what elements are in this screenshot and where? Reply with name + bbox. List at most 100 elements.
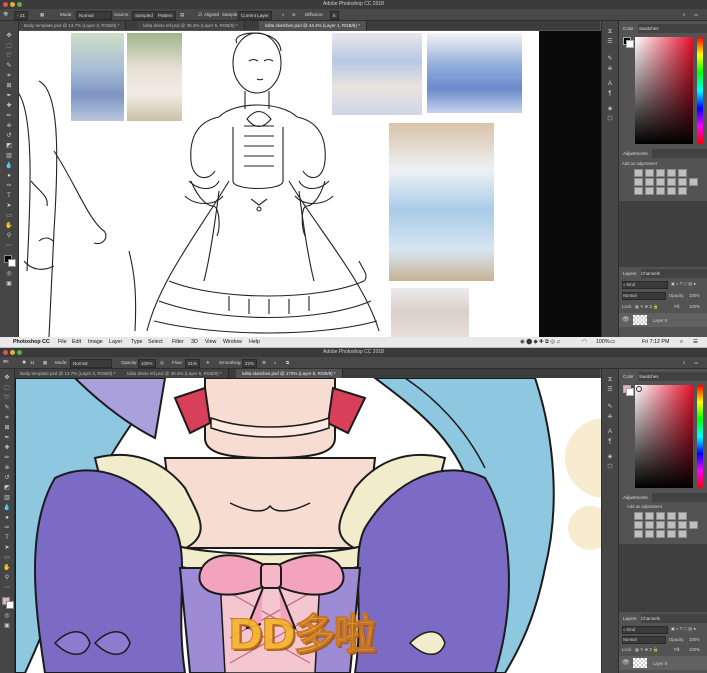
source-pattern-button[interactable]: Pattern	[155, 11, 176, 20]
pattern-swatch-icon[interactable]: ▤	[180, 11, 184, 18]
frame-tool-icon[interactable]: ⊠	[4, 83, 14, 90]
flow-value[interactable]: 51%	[185, 359, 201, 368]
brush-tool-icon[interactable]: ✏	[4, 113, 14, 120]
dodge-tool-icon[interactable]: ●	[4, 173, 14, 180]
quick-select-tool-icon[interactable]: ✎	[4, 63, 14, 70]
type-tool-icon-2[interactable]: T	[2, 535, 12, 542]
gradient-map-icon[interactable]	[667, 187, 676, 195]
color-picker-field[interactable]	[635, 37, 693, 144]
layer-kind-filter-2[interactable]: ⌕ Kind	[622, 626, 668, 634]
curves-icon-2[interactable]	[656, 512, 665, 520]
vibrance-icon[interactable]	[678, 169, 687, 177]
history-panel-icon[interactable]: ⧖	[606, 29, 614, 36]
lock-icons-2[interactable]: ▦ ✎ ✥ ⌗ 🔒	[635, 647, 658, 653]
selective-color-icon[interactable]	[678, 187, 687, 195]
color-balance-icon[interactable]	[645, 178, 654, 186]
gradient-map-icon-2[interactable]	[667, 530, 676, 538]
brush-size-value[interactable]: 11	[30, 359, 35, 366]
adjustments-title[interactable]: Adjustments	[619, 149, 652, 158]
workspace-icon-2[interactable]: ▭	[694, 359, 698, 366]
color-picker-field-2[interactable]	[635, 385, 693, 488]
airbrush-icon[interactable]: ✈	[206, 359, 210, 366]
quick-mask-icon-2[interactable]: ◎	[2, 613, 12, 620]
battery-icon[interactable]: ▭	[610, 337, 615, 347]
mode-select[interactable]: Normal	[76, 11, 112, 20]
hue-saturation-icon[interactable]	[634, 178, 643, 186]
smoothing-value[interactable]: 22%	[242, 359, 258, 368]
photo-filter-icon-2[interactable]	[667, 521, 676, 529]
clock[interactable]: Fri 7:12 PM	[642, 337, 669, 347]
move-tool-icon-2[interactable]: ✥	[2, 375, 12, 382]
layer-row[interactable]: 👁 Layer 6	[619, 313, 707, 327]
layer-filter-icons[interactable]: ▣ ◐ T ⬡ ▤ ●	[671, 281, 696, 286]
opacity-value[interactable]: 100%	[689, 293, 700, 298]
blur-tool-icon-2[interactable]: 💧	[2, 505, 12, 512]
marquee-tool-icon-2[interactable]: ⬚	[2, 385, 12, 392]
eraser-tool-icon[interactable]: ◩	[4, 143, 14, 150]
quick-mask-icon[interactable]: ◎	[4, 271, 14, 278]
history-brush-tool-icon[interactable]: ↺	[4, 133, 14, 140]
mode-select-2[interactable]: Normal	[70, 359, 112, 368]
healing-brush-tool-icon[interactable]: ✚	[4, 103, 14, 110]
selective-color-icon-2[interactable]	[678, 530, 687, 538]
character-panel-icon-2[interactable]: A	[606, 429, 614, 436]
menu-image[interactable]: Image	[88, 337, 103, 347]
lock-icons[interactable]: ▦ ✎ ✥ ⌗ 🔒	[635, 304, 658, 310]
tab-lolita-dress-ref[interactable]: lolita dress ref.psd @ 36.3% (Layer 5, R…	[137, 21, 245, 30]
eyedropper-tool-icon[interactable]: ✒	[4, 93, 14, 100]
pen-tool-icon[interactable]: ✑	[4, 183, 14, 190]
pressure-size-icon[interactable]: ◐	[274, 359, 277, 366]
wifi-icon[interactable]: ◠	[582, 337, 587, 347]
frame-tool-icon-2[interactable]: ⊠	[2, 425, 12, 432]
background-swatch-2[interactable]	[626, 388, 634, 396]
background-swatch[interactable]	[626, 40, 634, 48]
invert-icon-2[interactable]	[634, 530, 643, 538]
history-panel-icon-2[interactable]: ⧖	[606, 377, 614, 384]
shape-tool-icon[interactable]: ▭	[4, 213, 14, 220]
spotlight-search-icon[interactable]: ⌕	[680, 337, 683, 347]
invert-icon[interactable]	[634, 187, 643, 195]
menu-file[interactable]: File	[58, 337, 67, 347]
search-icon[interactable]: ⌕	[683, 11, 686, 18]
gradient-tool-icon[interactable]: ▥	[4, 153, 14, 160]
clone-source-icon[interactable]: ⎈	[606, 66, 614, 73]
tab-channels[interactable]: Channels	[637, 269, 664, 278]
menu-help[interactable]: Help	[249, 337, 260, 347]
path-select-tool-icon-2[interactable]: ➤	[2, 545, 12, 552]
menu-3d[interactable]: 3D	[191, 337, 198, 347]
search-icon-2[interactable]: ⌕	[683, 359, 686, 366]
brush-settings-icon[interactable]: ✎	[606, 56, 614, 63]
hue-slider-2[interactable]	[697, 385, 703, 488]
adjustments-title-2[interactable]: Adjustments	[619, 493, 652, 502]
photo-filter-icon[interactable]	[667, 178, 676, 186]
healing-brush-tool-icon-2[interactable]: ✚	[2, 445, 12, 452]
paragraph-panel-icon-2[interactable]: ¶	[606, 439, 614, 446]
symmetry-icon[interactable]: ⧉	[286, 359, 289, 366]
workspace-icon[interactable]: ▭	[694, 11, 698, 18]
tab-lolita-dress-ref-2[interactable]: lolita dress ref.psd @ 36.3% (Layer 5, R…	[121, 369, 229, 378]
tab-swatches-2[interactable]: Swatches	[635, 372, 663, 381]
visibility-eye-icon[interactable]: 👁	[622, 316, 630, 323]
hue-saturation-icon-2[interactable]	[634, 521, 643, 529]
tab-lolita-sketches[interactable]: lolita sketches.psd @ 44.4% (Layer 1, RG…	[259, 21, 367, 30]
brush-panel-icon-2[interactable]: ▦	[43, 359, 47, 366]
notification-center-icon[interactable]: ☰	[693, 337, 698, 347]
blend-mode-select[interactable]: Normal	[622, 292, 666, 300]
hand-tool-icon[interactable]: ✋	[4, 223, 14, 230]
pressure-opacity-icon[interactable]: ◎	[160, 359, 164, 366]
pen-tool-icon-2[interactable]: ✑	[2, 525, 12, 532]
levels-icon[interactable]	[645, 169, 654, 177]
marquee-tool-icon[interactable]: ⬚	[4, 43, 14, 50]
tab-channels-2[interactable]: Channels	[637, 614, 664, 623]
levels-icon-2[interactable]	[645, 512, 654, 520]
channel-mixer-icon-2[interactable]	[678, 521, 687, 529]
menu-filter[interactable]: Filter	[172, 337, 184, 347]
menu-edit[interactable]: Edit	[72, 337, 81, 347]
brush-settings-icon-2[interactable]: ✎	[606, 404, 614, 411]
smoothing-settings-icon[interactable]: ⚙	[262, 359, 266, 366]
brush-preset-dot-icon[interactable]: ●	[22, 359, 26, 366]
menu-select[interactable]: Select	[148, 337, 163, 347]
glyphs-panel-icon[interactable]: ◈	[606, 106, 614, 113]
menu-layer[interactable]: Layer	[109, 337, 122, 347]
blend-mode-select-2[interactable]: Normal	[622, 636, 666, 644]
